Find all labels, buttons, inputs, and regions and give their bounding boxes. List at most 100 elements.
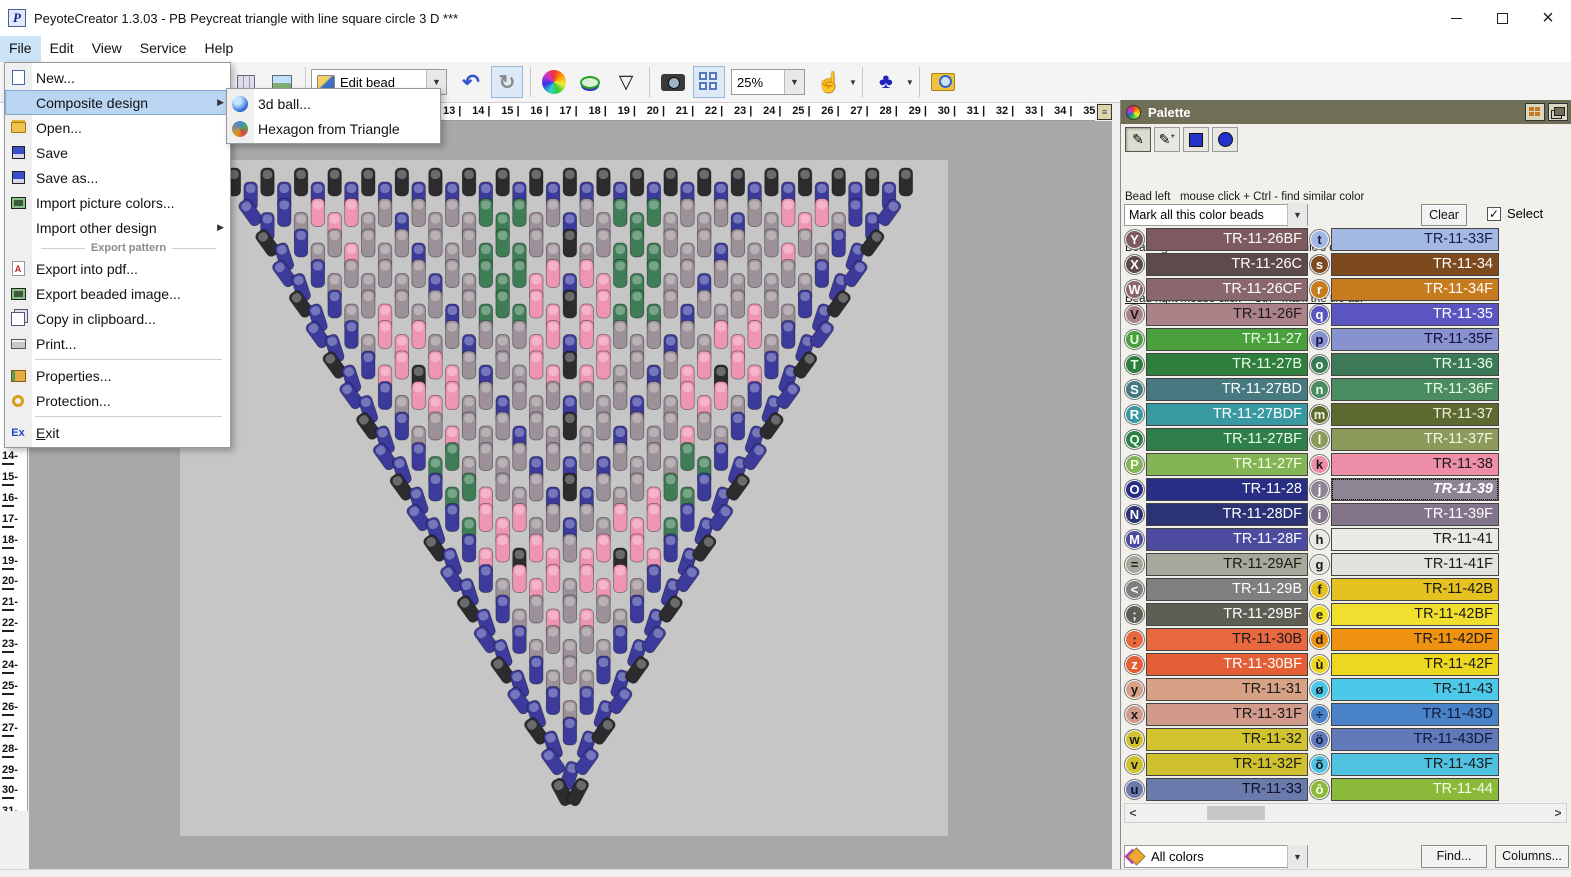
menubar-item-view[interactable]: View bbox=[83, 36, 131, 62]
palette-color-tile-tr-11-28f[interactable]: MTR-11-28F bbox=[1124, 527, 1308, 552]
palette-color-tile-tr-11-39f[interactable]: iTR-11-39F bbox=[1309, 502, 1499, 527]
palette-color-tile-tr-11-44[interactable]: ôTR-11-44 bbox=[1309, 777, 1499, 802]
palette-color-bar[interactable]: TR-11-38 bbox=[1331, 453, 1499, 476]
menu-item-export-beaded-image[interactable]: Export beaded image... bbox=[5, 281, 230, 306]
search-folder-button[interactable] bbox=[927, 66, 959, 98]
bead-shape-button[interactable] bbox=[574, 66, 606, 98]
palette-color-tile-tr-11-43f[interactable]: õTR-11-43F bbox=[1309, 752, 1499, 777]
palette-color-tile-tr-11-34[interactable]: sTR-11-34 bbox=[1309, 252, 1499, 277]
palette-color-tile-tr-11-38[interactable]: kTR-11-38 bbox=[1309, 452, 1499, 477]
palette-color-bar[interactable]: TR-11-43D bbox=[1331, 703, 1499, 726]
palette-color-bar[interactable]: TR-11-41 bbox=[1331, 528, 1499, 551]
palette-color-tile-tr-11-42df[interactable]: dTR-11-42DF bbox=[1309, 627, 1499, 652]
clear-button[interactable]: Clear bbox=[1421, 204, 1467, 226]
menubar-item-file[interactable]: File bbox=[0, 36, 41, 62]
pan-hand-button[interactable]: ☝ bbox=[813, 66, 845, 98]
zoom-dropdown-arrow[interactable]: ▼ bbox=[784, 70, 804, 94]
palette-color-bar[interactable]: TR-11-34 bbox=[1331, 253, 1499, 276]
palette-color-bar[interactable]: TR-11-27BF bbox=[1146, 428, 1308, 451]
palette-color-bar[interactable]: TR-11-30B bbox=[1146, 628, 1308, 651]
color-wheel-button[interactable] bbox=[538, 66, 570, 98]
mark-mode-combo[interactable]: Mark all this color beads ▼ bbox=[1124, 204, 1308, 226]
club-dropdown-arrow[interactable]: ▼ bbox=[906, 78, 914, 87]
palette-color-tile-tr-11-42f[interactable]: ùTR-11-42F bbox=[1309, 652, 1499, 677]
palette-color-tile-tr-11-27b[interactable]: TTR-11-27B bbox=[1124, 352, 1308, 377]
palette-color-bar[interactable]: TR-11-39 bbox=[1331, 478, 1499, 501]
color-filter-dropdown-arrow[interactable]: ▼ bbox=[1287, 845, 1307, 869]
palette-color-tile-tr-11-32[interactable]: wTR-11-32 bbox=[1124, 727, 1308, 752]
palette-color-bar[interactable]: TR-11-35 bbox=[1331, 303, 1499, 326]
palette-color-tile-tr-11-27[interactable]: UTR-11-27 bbox=[1124, 327, 1308, 352]
menubar-item-service[interactable]: Service bbox=[131, 36, 196, 62]
palette-color-bar[interactable]: TR-11-30BF bbox=[1146, 653, 1308, 676]
color-filter-combo[interactable]: All colors ▼ bbox=[1124, 845, 1308, 868]
palette-color-bar[interactable]: TR-11-26CF bbox=[1146, 278, 1308, 301]
palette-color-bar[interactable]: TR-11-31 bbox=[1146, 678, 1308, 701]
palette-color-bar[interactable]: TR-11-28DF bbox=[1146, 503, 1308, 526]
pan-dropdown-arrow[interactable]: ▼ bbox=[849, 78, 857, 87]
palette-color-bar[interactable]: TR-11-29BF bbox=[1146, 603, 1308, 626]
menu-item-open[interactable]: Open... bbox=[5, 115, 230, 140]
palette-layout-button[interactable] bbox=[1525, 103, 1545, 121]
palette-color-bar[interactable]: TR-11-27BDF bbox=[1146, 403, 1308, 426]
palette-color-tile-tr-11-31f[interactable]: xTR-11-31F bbox=[1124, 702, 1308, 727]
palette-color-bar[interactable]: TR-11-35F bbox=[1331, 328, 1499, 351]
palette-color-tile-tr-11-26bf[interactable]: YTR-11-26BF bbox=[1124, 227, 1308, 252]
palette-color-tile-tr-11-27bf[interactable]: QTR-11-27BF bbox=[1124, 427, 1308, 452]
columns-button[interactable]: Columns... bbox=[1495, 845, 1569, 868]
palette-color-bar[interactable]: TR-11-42B bbox=[1331, 578, 1499, 601]
palette-color-bar[interactable]: TR-11-31F bbox=[1146, 703, 1308, 726]
palette-color-bar[interactable]: TR-11-26C bbox=[1146, 253, 1308, 276]
palette-color-bar[interactable]: TR-11-28 bbox=[1146, 478, 1308, 501]
palette-color-bar[interactable]: TR-11-33F bbox=[1331, 228, 1499, 251]
palette-color-tile-tr-11-37[interactable]: mTR-11-37 bbox=[1309, 402, 1499, 427]
palette-color-bar[interactable]: TR-11-27F bbox=[1146, 453, 1308, 476]
palette-color-tile-tr-11-30bf[interactable]: zTR-11-30BF bbox=[1124, 652, 1308, 677]
palette-color-tile-tr-11-43df[interactable]: öTR-11-43DF bbox=[1309, 727, 1499, 752]
palette-color-tile-tr-11-41[interactable]: hTR-11-41 bbox=[1309, 527, 1499, 552]
menu-item-print[interactable]: Print... bbox=[5, 331, 230, 356]
scroll-left-arrow[interactable]: < bbox=[1125, 804, 1141, 822]
palette-color-tile-tr-11-26c[interactable]: XTR-11-26C bbox=[1124, 252, 1308, 277]
palette-color-tile-tr-11-27f[interactable]: PTR-11-27F bbox=[1124, 452, 1308, 477]
rotate-button[interactable]: ↻ bbox=[491, 66, 523, 98]
palette-scrollbar[interactable]: < > bbox=[1124, 803, 1567, 823]
palette-undock-button[interactable] bbox=[1548, 103, 1568, 121]
palette-color-tile-tr-11-35[interactable]: qTR-11-35 bbox=[1309, 302, 1499, 327]
maximize-button[interactable] bbox=[1479, 0, 1525, 36]
palette-color-tile-tr-11-29af[interactable]: =TR-11-29AF bbox=[1124, 552, 1308, 577]
palette-color-tile-tr-11-29bf[interactable]: ;TR-11-29BF bbox=[1124, 602, 1308, 627]
cutter-tool-button[interactable]: ✎ bbox=[1125, 127, 1151, 152]
club-tool-button[interactable]: ♣ bbox=[870, 66, 902, 98]
menu-item-new[interactable]: New... bbox=[5, 65, 230, 90]
palette-color-tile-tr-11-28df[interactable]: NTR-11-28DF bbox=[1124, 502, 1308, 527]
palette-color-tile-tr-11-31[interactable]: yTR-11-31 bbox=[1124, 677, 1308, 702]
undo-button[interactable]: ↶ bbox=[455, 66, 487, 98]
find-button[interactable]: Find... bbox=[1421, 845, 1487, 868]
palette-color-bar[interactable]: TR-11-42DF bbox=[1331, 628, 1499, 651]
palette-color-tile-tr-11-30b[interactable]: :TR-11-30B bbox=[1124, 627, 1308, 652]
menu-item-3d-ball[interactable]: 3d ball... bbox=[227, 91, 440, 116]
menu-item-import-picture-colors[interactable]: Import picture colors... bbox=[5, 190, 230, 215]
menu-item-composite-design[interactable]: Composite design▶ bbox=[5, 90, 230, 115]
close-button[interactable]: × bbox=[1525, 0, 1571, 36]
palette-color-bar[interactable]: TR-11-32F bbox=[1146, 753, 1308, 776]
palette-color-tile-tr-11-37f[interactable]: lTR-11-37F bbox=[1309, 427, 1499, 452]
scrollbar-thumb[interactable] bbox=[1207, 806, 1265, 820]
palette-color-tile-tr-11-26cf[interactable]: WTR-11-26CF bbox=[1124, 277, 1308, 302]
square-bead-button[interactable] bbox=[1183, 127, 1209, 152]
palette-color-tile-tr-11-34f[interactable]: rTR-11-34F bbox=[1309, 277, 1499, 302]
palette-color-bar[interactable]: TR-11-36 bbox=[1331, 353, 1499, 376]
palette-color-tile-tr-11-39[interactable]: jTR-11-39 bbox=[1309, 477, 1499, 502]
mark-mode-dropdown-arrow[interactable]: ▼ bbox=[1287, 203, 1307, 227]
menu-item-save[interactable]: Save bbox=[5, 140, 230, 165]
palette-color-bar[interactable]: TR-11-42F bbox=[1331, 653, 1499, 676]
palette-color-tile-tr-11-27bdf[interactable]: RTR-11-27BDF bbox=[1124, 402, 1308, 427]
palette-color-bar[interactable]: TR-11-36F bbox=[1331, 378, 1499, 401]
palette-color-bar[interactable]: TR-11-39F bbox=[1331, 503, 1499, 526]
palette-color-tile-tr-11-42bf[interactable]: eTR-11-42BF bbox=[1309, 602, 1499, 627]
palette-color-bar[interactable]: TR-11-26BF bbox=[1146, 228, 1308, 251]
circle-bead-button[interactable] bbox=[1212, 127, 1238, 152]
snapshot-button[interactable] bbox=[657, 66, 689, 98]
palette-color-tile-tr-11-32f[interactable]: vTR-11-32F bbox=[1124, 752, 1308, 777]
